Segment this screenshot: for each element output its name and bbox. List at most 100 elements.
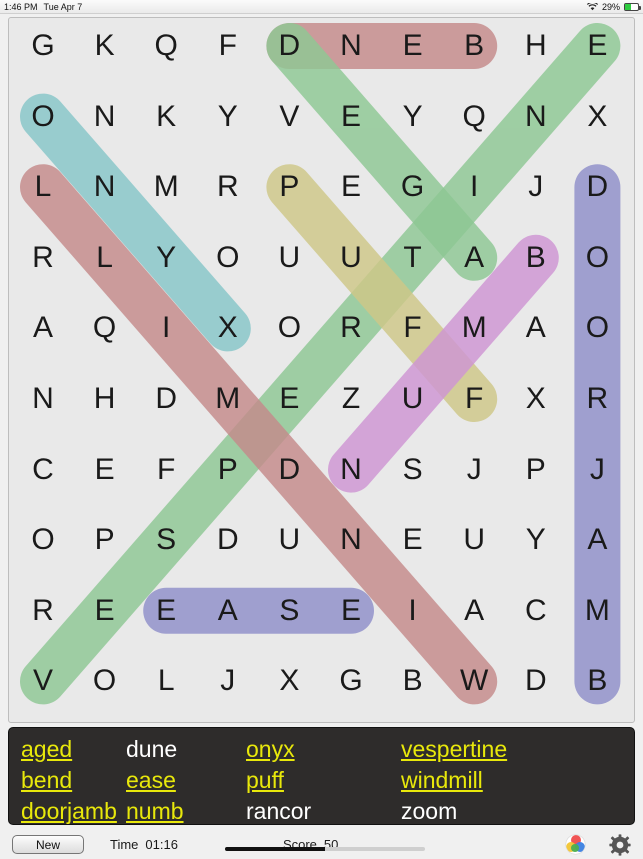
grid-cell[interactable]: U: [390, 376, 436, 422]
grid-cell[interactable]: O: [82, 658, 128, 704]
grid-cell[interactable]: E: [328, 588, 374, 634]
grid-cell[interactable]: B: [574, 658, 620, 704]
grid-cell[interactable]: X: [574, 94, 620, 140]
grid-cell[interactable]: O: [574, 305, 620, 351]
grid-cell[interactable]: Q: [143, 23, 189, 69]
grid-cell[interactable]: F: [143, 447, 189, 493]
grid-cell[interactable]: M: [205, 376, 251, 422]
grid-cell[interactable]: O: [20, 517, 66, 563]
grid-cell[interactable]: Z: [328, 376, 374, 422]
grid-cell[interactable]: L: [82, 235, 128, 281]
grid-cell[interactable]: U: [266, 235, 312, 281]
grid-cell[interactable]: I: [390, 588, 436, 634]
grid-cell[interactable]: O: [205, 235, 251, 281]
grid-cell[interactable]: P: [266, 164, 312, 210]
grid-cell[interactable]: N: [328, 447, 374, 493]
grid-cell[interactable]: Y: [513, 517, 559, 563]
grid-cell[interactable]: N: [328, 517, 374, 563]
grid-cell[interactable]: A: [205, 588, 251, 634]
grid-cell[interactable]: S: [143, 517, 189, 563]
grid-cell[interactable]: O: [20, 94, 66, 140]
grid-cell[interactable]: C: [513, 588, 559, 634]
grid-cell[interactable]: E: [328, 164, 374, 210]
grid-cell[interactable]: B: [513, 235, 559, 281]
grid-cell[interactable]: H: [82, 376, 128, 422]
grid-cell[interactable]: G: [20, 23, 66, 69]
grid-cell[interactable]: S: [390, 447, 436, 493]
grid-cell[interactable]: F: [451, 376, 497, 422]
grid-cell[interactable]: I: [451, 164, 497, 210]
grid-cell[interactable]: A: [451, 588, 497, 634]
grid-cell[interactable]: R: [328, 305, 374, 351]
grid-cell[interactable]: E: [574, 23, 620, 69]
grid-cell[interactable]: L: [143, 658, 189, 704]
grid-cell[interactable]: B: [451, 23, 497, 69]
grid-cell[interactable]: Y: [390, 94, 436, 140]
grid-cell[interactable]: P: [513, 447, 559, 493]
grid-cell[interactable]: O: [574, 235, 620, 281]
grid-cell[interactable]: D: [266, 447, 312, 493]
grid-cell[interactable]: F: [205, 23, 251, 69]
grid-cell[interactable]: M: [143, 164, 189, 210]
grid-cell[interactable]: E: [143, 588, 189, 634]
grid-cell[interactable]: R: [574, 376, 620, 422]
grid-cell[interactable]: V: [266, 94, 312, 140]
grid-cell[interactable]: X: [205, 305, 251, 351]
grid-cell[interactable]: G: [328, 658, 374, 704]
grid-cell[interactable]: K: [82, 23, 128, 69]
grid-cell[interactable]: D: [513, 658, 559, 704]
grid-cell[interactable]: J: [574, 447, 620, 493]
grid-cell[interactable]: D: [143, 376, 189, 422]
grid-cell[interactable]: R: [20, 235, 66, 281]
word-search-grid[interactable]: GKQFDNEBHEONKYVEYQNXLNMRPEGIJDRLYOUUTABO…: [8, 17, 635, 723]
grid-cell[interactable]: A: [513, 305, 559, 351]
grid-cell[interactable]: E: [82, 588, 128, 634]
grid-cell[interactable]: E: [390, 23, 436, 69]
grid-cell[interactable]: A: [451, 235, 497, 281]
grid-cell[interactable]: U: [266, 517, 312, 563]
grid-cell[interactable]: V: [20, 658, 66, 704]
grid-cell[interactable]: N: [82, 94, 128, 140]
grid-cell[interactable]: Q: [82, 305, 128, 351]
gear-icon[interactable]: [609, 834, 631, 856]
grid-cell[interactable]: G: [390, 164, 436, 210]
grid-cell[interactable]: Q: [451, 94, 497, 140]
grid-cell[interactable]: W: [451, 658, 497, 704]
grid-cell[interactable]: N: [328, 23, 374, 69]
grid-cell[interactable]: M: [451, 305, 497, 351]
grid-cell[interactable]: E: [266, 376, 312, 422]
grid-cell[interactable]: H: [513, 23, 559, 69]
grid-cell[interactable]: R: [20, 588, 66, 634]
grid-cell[interactable]: A: [20, 305, 66, 351]
grid-cell[interactable]: D: [205, 517, 251, 563]
grid-cell[interactable]: E: [82, 447, 128, 493]
grid-cell[interactable]: R: [205, 164, 251, 210]
grid-cell[interactable]: A: [574, 517, 620, 563]
grid-cell[interactable]: D: [266, 23, 312, 69]
game-center-icon[interactable]: [566, 835, 585, 854]
grid-cell[interactable]: F: [390, 305, 436, 351]
grid-cell[interactable]: Y: [143, 235, 189, 281]
grid-cell[interactable]: L: [20, 164, 66, 210]
new-game-button[interactable]: New: [12, 834, 84, 854]
grid-cell[interactable]: C: [20, 447, 66, 493]
grid-cell[interactable]: X: [266, 658, 312, 704]
grid-cell[interactable]: T: [390, 235, 436, 281]
grid-cell[interactable]: K: [143, 94, 189, 140]
grid-cell[interactable]: N: [82, 164, 128, 210]
grid-cell[interactable]: J: [205, 658, 251, 704]
grid-cell[interactable]: U: [328, 235, 374, 281]
grid-cell[interactable]: O: [266, 305, 312, 351]
grid-cell[interactable]: P: [205, 447, 251, 493]
grid-cell[interactable]: M: [574, 588, 620, 634]
grid-cell[interactable]: E: [390, 517, 436, 563]
grid-cell[interactable]: B: [390, 658, 436, 704]
grid-cell[interactable]: X: [513, 376, 559, 422]
grid-cell[interactable]: D: [574, 164, 620, 210]
grid-cell[interactable]: P: [82, 517, 128, 563]
grid-cell[interactable]: N: [513, 94, 559, 140]
grid-cell[interactable]: N: [20, 376, 66, 422]
grid-cell[interactable]: Y: [205, 94, 251, 140]
grid-cell[interactable]: J: [513, 164, 559, 210]
grid-cell[interactable]: E: [328, 94, 374, 140]
